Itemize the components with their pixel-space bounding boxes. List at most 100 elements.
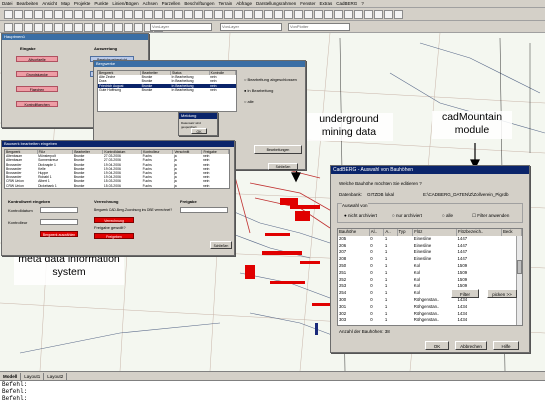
toolbar-button-icon[interactable] [104, 10, 113, 19]
menu-item-1[interactable]: Bearbeiten [15, 0, 41, 8]
tab-layout1[interactable]: Layout1 [21, 372, 45, 380]
meta-close-button[interactable]: Schließen [210, 241, 232, 249]
option-all[interactable]: ○ alle [244, 99, 254, 104]
help-button[interactable]: Hilfe [493, 341, 519, 350]
toolbar-button-icon[interactable] [4, 10, 13, 19]
kontrollflaechen-button[interactable]: Kontrollflaechen [16, 101, 58, 107]
toolbar-button-icon[interactable] [184, 10, 193, 19]
menu-item-4[interactable]: Projekte [72, 0, 93, 8]
toolbar-button-icon[interactable] [44, 10, 53, 19]
toolbar-button-icon[interactable] [24, 10, 33, 19]
meta-data-window[interactable]: Bauwerk bearbeiten eingeben Bergwerk Flöz… [1, 140, 235, 256]
radio-only-archived[interactable]: ○ nur archiviert [392, 213, 422, 218]
release-button[interactable]: Freigeben [94, 233, 134, 239]
toolbar-button-icon[interactable] [14, 10, 23, 19]
cad-col-header-6[interactable]: Beck [501, 229, 522, 236]
toolbar-button-icon[interactable] [394, 10, 403, 19]
toolbar-button-icon[interactable] [174, 10, 183, 19]
message-dialog[interactable]: Meldung Datensatz wird gespeichert OK [178, 112, 218, 136]
table-row[interactable]: 206 0 1 Einesline 1447 [338, 243, 522, 250]
toolbar-button-icon[interactable] [234, 10, 243, 19]
toolbar-button-icon[interactable] [324, 10, 333, 19]
pick-button[interactable]: picken >> [487, 289, 517, 298]
toolbar-button-icon[interactable] [14, 23, 23, 32]
toolbar-button-icon[interactable] [194, 10, 203, 19]
menu-item-7[interactable]: Achsen [141, 0, 160, 8]
layer-toolbar-icons[interactable] [4, 23, 163, 32]
toolbar-button-icon[interactable] [34, 23, 43, 32]
cad-col-header-2[interactable]: A.. [383, 229, 398, 236]
mines-table[interactable]: Bergwerk Bearbeiter Status Kontrolle Alt… [97, 70, 237, 112]
cad-col-header-4[interactable]: Flöz [412, 229, 458, 236]
meta-table[interactable]: Bergwerk Flöz Bearbeiter Kontrolldatum Kontr… [4, 149, 230, 189]
table-row[interactable]: 252 0 1 Kol 1509 [338, 277, 522, 284]
toolbar-button-icon[interactable] [204, 10, 213, 19]
table-row[interactable]: Gute Hoffnung Brunke In Bearbeitung nein [98, 88, 236, 92]
menu-item-10[interactable]: Terrain [216, 0, 234, 8]
menu-item-8[interactable]: Parzellen [160, 0, 183, 8]
bauhoehen-table[interactable]: Bauhöhe Al.. A.. Typ Flöz Flözbezeich.. Beck 2… [337, 228, 523, 326]
toolbar-button-icon[interactable] [284, 10, 293, 19]
controller-select[interactable] [40, 219, 78, 225]
filter-checkbox[interactable]: ☐ Filter anwenden [472, 213, 509, 219]
cancel-button[interactable]: Abbrechen [455, 341, 487, 350]
control-date-input[interactable] [40, 207, 78, 213]
toolbar-button-icon[interactable] [264, 10, 273, 19]
table-row[interactable]: 250 0 1 Kol 1509 [338, 263, 522, 270]
cad-col-header-3[interactable]: Typ [397, 229, 414, 236]
table-scrollbar[interactable] [516, 236, 522, 325]
toolbar-button-icon[interactable] [64, 10, 73, 19]
toolbar-button-icon[interactable] [54, 10, 63, 19]
cad-col-header-5[interactable]: Flözbezeich.. [456, 229, 503, 236]
filter-button[interactable]: Filter [451, 289, 479, 298]
ok-button[interactable]: OK [425, 341, 449, 350]
menu-item-13[interactable]: Fenster [298, 0, 317, 8]
toolbar-button-icon[interactable] [134, 23, 143, 32]
toolbar-button-icon[interactable] [314, 10, 323, 19]
toolbar-button-icon[interactable] [374, 10, 383, 19]
layer-select-3[interactable]: VonPlotter [288, 23, 350, 31]
toolbar-button-icon[interactable] [34, 10, 43, 19]
menu-item-2[interactable]: Ansicht [40, 0, 59, 8]
table-row[interactable]: 251 0 1 Kol 1509 [338, 270, 522, 277]
toolbar-button-icon[interactable] [94, 23, 103, 32]
message-ok-button[interactable]: OK [191, 128, 207, 134]
cad-col-header-1[interactable]: Al.. [369, 229, 385, 236]
table-row[interactable]: 301 0 1 Röhgenstan.. 1434 [338, 304, 522, 311]
toolbar-button-icon[interactable] [94, 10, 103, 19]
radio-all[interactable]: ○ alle [442, 213, 453, 218]
toolbar-button-icon[interactable] [334, 10, 343, 19]
menu-item-6[interactable]: Linien/Bögen [110, 0, 140, 8]
toolbar-button-icon[interactable] [214, 10, 223, 19]
toolbar-button-icon[interactable] [124, 10, 133, 19]
cadberg-window[interactable]: CadBERG - Auswahl von Bauhöhen Welche Ba… [330, 165, 530, 353]
table-row[interactable]: 303 0 1 Röhgenstan.. 1434 [338, 317, 522, 324]
toolbar-button-icon[interactable] [4, 23, 13, 32]
toolbar-button-icon[interactable] [84, 23, 93, 32]
toolbar-button-icon[interactable] [294, 10, 303, 19]
table-row[interactable]: CRW Union Dickebank 1 Brunke 15.03.2006 Fuch… [5, 184, 229, 188]
menu-item-5[interactable]: Punkte [92, 0, 110, 8]
toolbar-button-icon[interactable] [44, 23, 53, 32]
menu-item-0[interactable]: Datei [0, 0, 15, 8]
toolbar-button-icon[interactable] [64, 23, 73, 32]
grundstuecke-button[interactable]: Grundstuecke [16, 71, 58, 77]
radio-not-archived[interactable]: ● nicht archiviert [344, 213, 377, 218]
mines-close-button[interactable]: Schließen [268, 163, 298, 170]
command-line[interactable]: Befehl: Befehl: Befehl: [0, 380, 545, 409]
toolbar-button-icon[interactable] [24, 23, 33, 32]
toolbar-button-icon[interactable] [124, 23, 133, 32]
toolbar-button-icon[interactable] [114, 23, 123, 32]
toolbar-button-icon[interactable] [254, 10, 263, 19]
table-row[interactable]: 208 0 1 Einesline 1447 [338, 256, 522, 263]
option-in-progress[interactable]: ● in Bearbeitung [244, 88, 273, 93]
menu-item-3[interactable]: Map [59, 0, 72, 8]
toolbar-icons[interactable] [4, 10, 403, 19]
toolbar-button-icon[interactable] [304, 10, 313, 19]
toolbar-button-icon[interactable] [104, 23, 113, 32]
flaechen-button[interactable]: Flaechen [16, 86, 58, 92]
layer-select-1[interactable]: VonLayer [150, 23, 212, 31]
toolbar-button-icon[interactable] [54, 23, 63, 32]
toolbar-button-icon[interactable] [84, 10, 93, 19]
table-row[interactable]: 207 0 1 Einesline 1447 [338, 249, 522, 256]
